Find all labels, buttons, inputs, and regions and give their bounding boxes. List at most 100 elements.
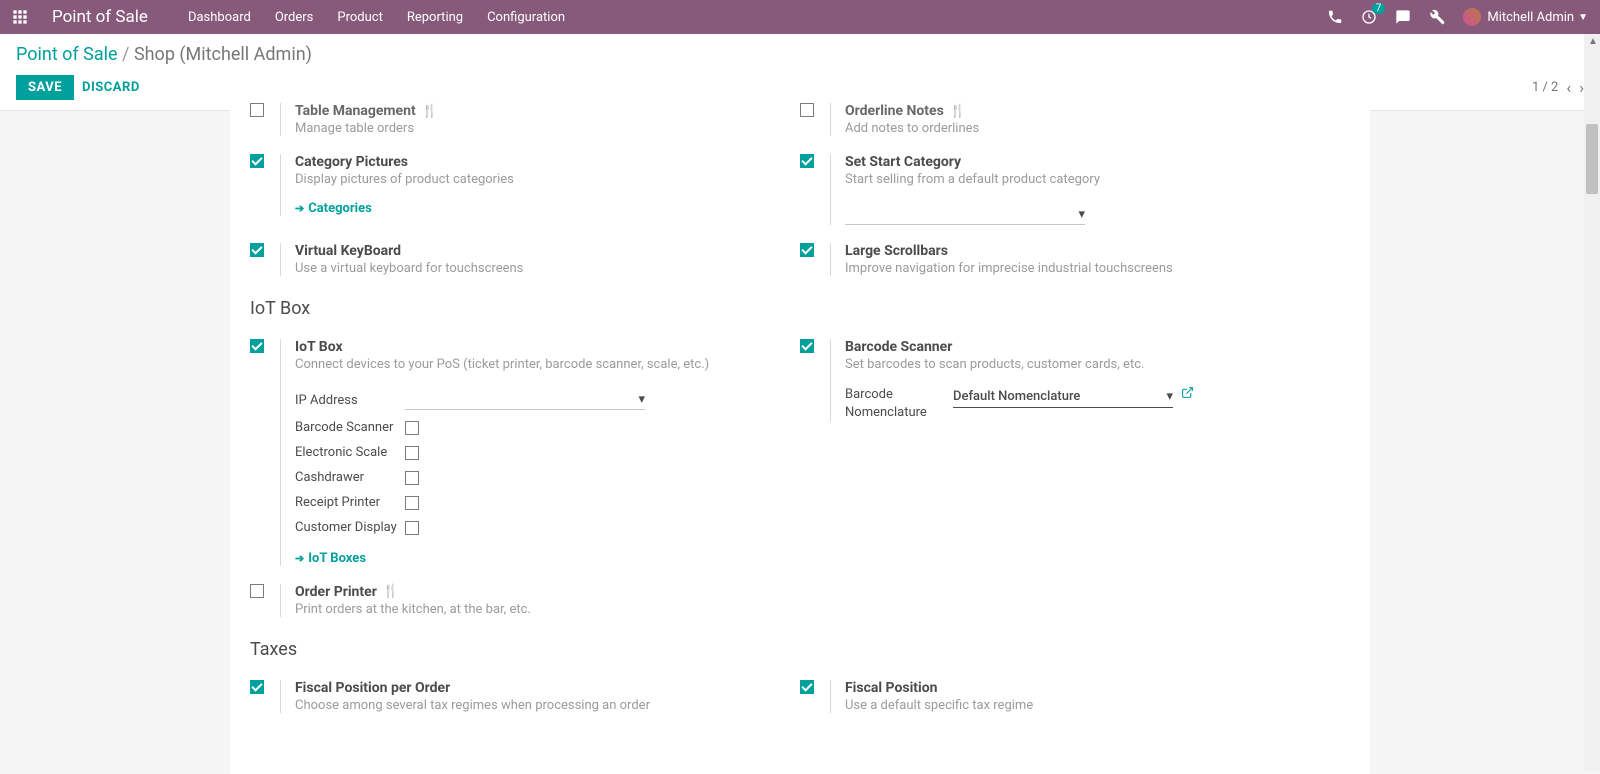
menu-configuration[interactable]: Configuration (487, 10, 565, 25)
menu-product[interactable]: Product (337, 10, 382, 25)
scrollbar-thumb[interactable] (1586, 124, 1598, 194)
setting-iot-box: IoT Box Connect devices to your PoS (tic… (250, 335, 780, 566)
scroll-up-icon[interactable]: ▲ (1588, 36, 1598, 47)
activities-badge: 7 (1372, 3, 1386, 14)
checkbox-customer-display[interactable] (405, 521, 419, 535)
setting-title: Fiscal Position per Order (295, 680, 780, 696)
checkbox-iot-box[interactable] (250, 339, 264, 353)
barcode-nomenclature-label: Barcode Nomenclature (845, 386, 953, 422)
setting-fiscal-position-order: Fiscal Position per Order Choose among s… (250, 676, 780, 713)
restaurant-icon: 🍴 (422, 104, 438, 119)
setting-virtual-keyboard: Virtual KeyBoard Use a virtual keyboard … (250, 239, 780, 276)
setting-desc: Choose among several tax regimes when pr… (295, 698, 780, 713)
checkbox-barcode-scanner-main[interactable] (800, 339, 814, 353)
setting-barcode-scanner: Barcode Scanner Set barcodes to scan pro… (800, 335, 1330, 422)
setting-order-printer: Order Printer 🍴 Print orders at the kitc… (250, 580, 780, 617)
pager-prev[interactable]: ‹ (1566, 78, 1571, 97)
menu-dashboard[interactable]: Dashboard (188, 10, 251, 25)
checkbox-start-category[interactable] (800, 154, 814, 168)
topbar-right: 7 Mitchell Admin ▼ (1327, 8, 1588, 26)
setting-title: Barcode Scanner (845, 339, 1330, 355)
opt-label: Barcode Scanner (295, 420, 405, 435)
setting-start-category: Set Start Category Start selling from a … (800, 150, 1330, 225)
breadcrumb-root[interactable]: Point of Sale (16, 44, 118, 65)
setting-desc: Connect devices to your PoS (ticket prin… (295, 357, 780, 372)
opt-label: Receipt Printer (295, 495, 405, 510)
opt-label: Electronic Scale (295, 445, 405, 460)
setting-title: Fiscal Position (845, 680, 1330, 696)
breadcrumb-current: Shop (Mitchell Admin) (134, 44, 312, 65)
chevron-down-icon: ▾ (1166, 389, 1173, 404)
setting-title: Virtual KeyBoard (295, 243, 780, 259)
setting-large-scrollbars: Large Scrollbars Improve navigation for … (800, 239, 1330, 276)
checkbox-fiscal-position[interactable] (800, 680, 814, 694)
setting-desc: Print orders at the kitchen, at the bar,… (295, 602, 780, 617)
breadcrumb: Point of Sale / Shop (Mitchell Admin) (16, 44, 1584, 65)
setting-category-pictures: Category Pictures Display pictures of pr… (250, 150, 780, 216)
setting-title: IoT Box (295, 339, 780, 355)
activities-icon[interactable]: 7 (1361, 9, 1377, 25)
avatar (1463, 8, 1481, 26)
setting-title: Table Management (295, 103, 416, 119)
setting-desc: Manage table orders (295, 121, 780, 136)
setting-title: Set Start Category (845, 154, 1330, 170)
start-category-select[interactable]: ▾ (845, 205, 1085, 225)
ip-address-select[interactable]: ▾ (405, 390, 645, 410)
checkbox-cashdrawer[interactable] (405, 471, 419, 485)
setting-desc: Use a default specific tax regime (845, 698, 1330, 713)
app-title: Point of Sale (52, 7, 148, 27)
checkbox-category-pictures[interactable] (250, 154, 264, 168)
apps-icon[interactable] (12, 9, 28, 25)
ip-address-label: IP Address (295, 393, 405, 408)
chat-icon[interactable] (1395, 9, 1411, 25)
opt-label: Customer Display (295, 520, 405, 537)
checkbox-receipt-printer[interactable] (405, 496, 419, 510)
chevron-down-icon: ▾ (1078, 207, 1085, 222)
external-link-icon[interactable] (1181, 386, 1194, 403)
setting-desc: Display pictures of product categories (295, 172, 780, 187)
checkbox-orderline-notes[interactable] (800, 103, 814, 117)
checkbox-barcode-scanner[interactable] (405, 421, 419, 435)
checkbox-fiscal-position-order[interactable] (250, 680, 264, 694)
scrollbar[interactable]: ▲ (1584, 34, 1600, 771)
restaurant-icon: 🍴 (383, 584, 399, 599)
setting-orderline-notes: Orderline Notes 🍴 Add notes to orderline… (800, 99, 1330, 136)
setting-title: Category Pictures (295, 154, 780, 170)
setting-desc: Improve navigation for imprecise industr… (845, 261, 1330, 276)
discard-button[interactable]: DISCARD (82, 80, 140, 95)
setting-title: Large Scrollbars (845, 243, 1330, 259)
content: Table Management 🍴 Manage table orders O… (230, 99, 1370, 774)
section-iot-box: IoT Box (250, 298, 1350, 319)
checkbox-virtual-keyboard[interactable] (250, 243, 264, 257)
menu-reporting[interactable]: Reporting (407, 10, 463, 25)
setting-title: Order Printer (295, 584, 377, 600)
save-button[interactable]: SAVE (16, 75, 74, 100)
setting-table-management: Table Management 🍴 Manage table orders (250, 99, 780, 136)
pager-text: 1 / 2 (1532, 80, 1558, 95)
section-taxes: Taxes (250, 639, 1350, 660)
checkbox-order-printer[interactable] (250, 584, 264, 598)
setting-fiscal-position: Fiscal Position Use a default specific t… (800, 676, 1330, 713)
tools-icon[interactable] (1429, 9, 1445, 25)
categories-link[interactable]: Categories (295, 201, 372, 216)
phone-icon[interactable] (1327, 9, 1343, 25)
setting-desc: Start selling from a default product cat… (845, 172, 1330, 187)
user-menu[interactable]: Mitchell Admin ▼ (1463, 8, 1588, 26)
topbar: Point of Sale Dashboard Orders Product R… (0, 0, 1600, 34)
setting-desc: Add notes to orderlines (845, 121, 1330, 136)
pager: 1 / 2 ‹ › (1532, 78, 1584, 97)
menu-orders[interactable]: Orders (275, 10, 314, 25)
barcode-nomenclature-select[interactable]: Default Nomenclature▾ (953, 386, 1173, 408)
chevron-down-icon: ▼ (1578, 12, 1588, 23)
chevron-down-icon: ▾ (638, 392, 645, 407)
checkbox-table-management[interactable] (250, 103, 264, 117)
opt-label: Cashdrawer (295, 470, 405, 485)
main-menu: Dashboard Orders Product Reporting Confi… (188, 10, 1327, 25)
checkbox-large-scrollbars[interactable] (800, 243, 814, 257)
checkbox-electronic-scale[interactable] (405, 446, 419, 460)
user-name: Mitchell Admin (1487, 10, 1574, 25)
setting-title: Orderline Notes (845, 103, 944, 119)
setting-desc: Set barcodes to scan products, customer … (845, 357, 1330, 372)
iot-boxes-link[interactable]: IoT Boxes (295, 551, 366, 566)
setting-desc: Use a virtual keyboard for touchscreens (295, 261, 780, 276)
